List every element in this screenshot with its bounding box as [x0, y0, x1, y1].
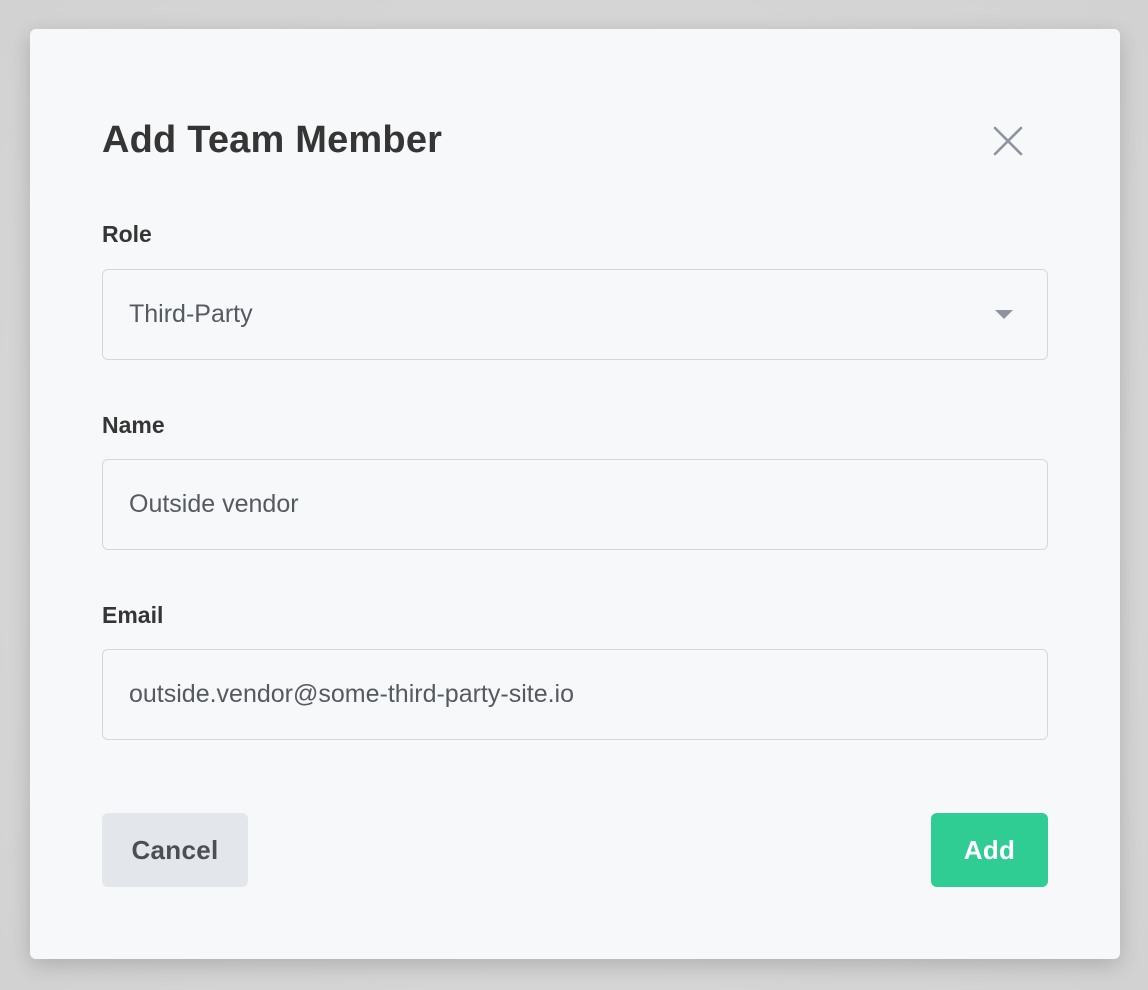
close-icon: [993, 126, 1023, 156]
email-field-container: [102, 649, 1048, 740]
close-button[interactable]: [988, 121, 1028, 161]
name-label: Name: [102, 412, 165, 438]
add-team-member-dialog: Add Team Member Role Third-Party Name Em…: [30, 29, 1120, 959]
dialog-title: Add Team Member: [102, 119, 443, 161]
chevron-down-icon: [995, 310, 1013, 319]
role-selected-value: Third-Party: [129, 300, 253, 328]
email-label: Email: [102, 602, 164, 628]
role-select[interactable]: Third-Party: [102, 269, 1048, 360]
role-label: Role: [102, 221, 152, 247]
name-field-container: [102, 459, 1048, 550]
add-button[interactable]: Add: [931, 813, 1048, 887]
cancel-button[interactable]: Cancel: [102, 813, 248, 887]
email-input[interactable]: [103, 650, 1047, 739]
name-input[interactable]: [103, 460, 1047, 549]
